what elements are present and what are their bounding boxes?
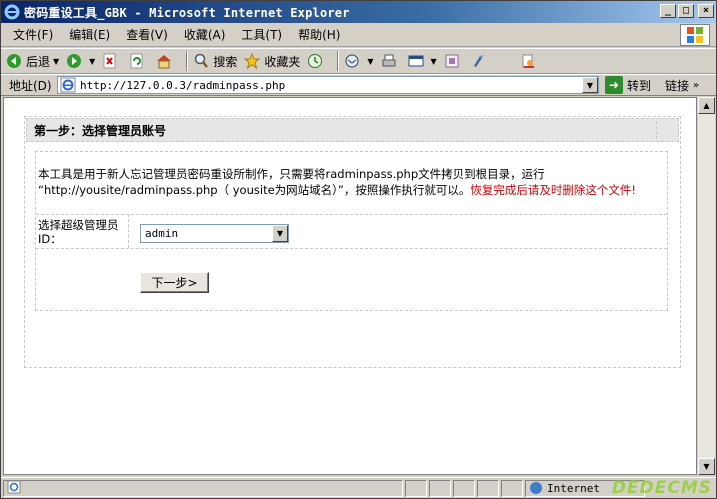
- step-header: 第一步：选择管理员账号: [26, 118, 679, 142]
- discuss-button[interactable]: [443, 50, 464, 72]
- menu-file[interactable]: 文件(F): [7, 26, 59, 43]
- form-table: 本工具是用于新人忘记管理员密码重设所制作，只需要将radminpass.php文…: [35, 151, 668, 311]
- favorites-star-icon: [243, 52, 261, 70]
- address-field[interactable]: http://127.0.0.3/radminpass.php ▼: [57, 76, 599, 94]
- address-label: 地址(D): [9, 78, 52, 93]
- messenger-button[interactable]: [470, 50, 491, 72]
- column-divider: [128, 214, 129, 248]
- discuss-icon: [443, 52, 461, 70]
- toolbar-separator: [337, 51, 340, 71]
- edit-button[interactable]: ▼: [407, 50, 437, 72]
- admin-id-selected-value: admin: [145, 227, 179, 240]
- header-cell: [656, 121, 672, 139]
- menu-edit[interactable]: 编辑(E): [63, 26, 116, 43]
- admin-id-label: 选择超级管理员ID：: [38, 218, 119, 246]
- page-viewport: 第一步：选择管理员账号 本工具是用于新人忘记管理员密码重设所制作，只需要将rad…: [3, 97, 697, 475]
- stop-button[interactable]: [101, 50, 122, 72]
- back-button[interactable]: 后退 ▼: [5, 50, 59, 72]
- address-url: http://127.0.0.3/radminpass.php: [80, 78, 286, 92]
- history-button[interactable]: [306, 50, 327, 72]
- mail-icon: [343, 52, 361, 70]
- edit-icon: [407, 52, 425, 70]
- menu-help[interactable]: 帮助(H): [292, 26, 346, 43]
- window-title: 密码重设工具_GBK - Microsoft Internet Explorer: [24, 5, 350, 20]
- go-arrow-icon: ➜: [605, 76, 623, 94]
- search-button[interactable]: 搜索: [192, 50, 237, 72]
- status-pane: [477, 479, 499, 497]
- description-line-1: 本工具是用于新人忘记管理员密码重设所制作，只需要将radminpass.php文…: [38, 167, 545, 181]
- menu-tools[interactable]: 工具(T): [235, 26, 288, 43]
- zone-label: Internet: [547, 481, 600, 495]
- links-button[interactable]: 链接 »: [665, 77, 699, 94]
- research-button[interactable]: [519, 50, 540, 72]
- vertical-scrollbar[interactable]: ▲ ▼: [697, 97, 715, 475]
- page-status-icon: [7, 480, 21, 497]
- step-title: 第一步：选择管理员账号: [34, 123, 167, 138]
- forward-arrow-icon: [65, 52, 83, 70]
- ie-icon: [4, 4, 20, 20]
- delete-file-warning: 恢复完成后请及时删除这个文件!: [470, 183, 636, 197]
- menu-bar: 文件(F) 编辑(E) 查看(V) 收藏(A) 工具(T) 帮助(H): [1, 23, 716, 47]
- mail-button[interactable]: ▼: [343, 50, 374, 72]
- row-divider: [36, 248, 667, 249]
- tool-description: 本工具是用于新人忘记管理员密码重设所制作，只需要将radminpass.php文…: [38, 166, 658, 198]
- stop-icon: [101, 52, 119, 70]
- home-button[interactable]: [155, 50, 176, 72]
- next-step-button[interactable]: 下一步>: [140, 272, 209, 293]
- admin-id-select[interactable]: admin ▼: [140, 224, 289, 243]
- description-line-2: “http://yousite/radminpass.php（ yousite为…: [38, 183, 471, 197]
- home-icon: [155, 52, 173, 70]
- messenger-icon: [470, 52, 488, 70]
- scroll-down-icon[interactable]: ▼: [698, 458, 715, 475]
- forward-button[interactable]: ▼: [65, 50, 95, 72]
- refresh-icon: [128, 52, 146, 70]
- history-icon: [306, 52, 324, 70]
- status-pane: [405, 479, 427, 497]
- chevron-down-icon[interactable]: ▼: [272, 225, 288, 242]
- status-pane: [501, 479, 523, 497]
- window-controls: _ □ ×: [660, 4, 714, 18]
- minimize-button[interactable]: _: [660, 4, 676, 18]
- research-icon: [519, 52, 537, 70]
- status-bar: Internet: [1, 477, 716, 498]
- mail-dropdown-icon[interactable]: ▼: [367, 57, 373, 66]
- edit-dropdown-icon[interactable]: ▼: [431, 57, 437, 66]
- page-icon: [60, 77, 76, 93]
- menu-view[interactable]: 查看(V): [120, 26, 174, 43]
- search-icon: [192, 52, 210, 70]
- status-pane: [453, 479, 475, 497]
- toolbar: 后退 ▼ ▼ 搜索 收藏夹 ▼ ▼: [1, 48, 716, 74]
- print-button[interactable]: [380, 50, 401, 72]
- title-bar[interactable]: 密码重设工具_GBK - Microsoft Internet Explorer…: [1, 1, 716, 23]
- close-button[interactable]: ×: [698, 4, 714, 18]
- address-bar: 地址(D) http://127.0.0.3/radminpass.php ▼ …: [1, 74, 716, 96]
- chevron-right-icon: »: [693, 79, 700, 91]
- links-label: 链接: [665, 78, 690, 93]
- favorites-label: 收藏夹: [264, 54, 301, 69]
- back-arrow-icon: [5, 52, 23, 70]
- go-label: 转到: [627, 78, 652, 93]
- globe-icon: [529, 481, 543, 495]
- back-dropdown-icon[interactable]: ▼: [53, 57, 59, 66]
- maximize-button[interactable]: □: [678, 4, 694, 18]
- browser-window: 密码重设工具_GBK - Microsoft Internet Explorer…: [0, 0, 717, 499]
- scroll-track[interactable]: [698, 114, 715, 458]
- back-label: 后退: [26, 54, 51, 69]
- go-button[interactable]: ➜ 转到: [605, 76, 651, 94]
- status-main-pane: [3, 479, 403, 497]
- forward-dropdown-icon[interactable]: ▼: [89, 57, 95, 66]
- menu-favorites[interactable]: 收藏(A): [178, 26, 232, 43]
- status-pane: [429, 479, 451, 497]
- row-divider: [36, 214, 667, 215]
- toolbar-separator: [186, 51, 189, 71]
- favorites-button[interactable]: 收藏夹: [243, 50, 300, 72]
- refresh-button[interactable]: [128, 50, 149, 72]
- windows-logo-icon: [680, 24, 710, 46]
- address-dropdown-icon[interactable]: ▼: [582, 77, 598, 93]
- scroll-up-icon[interactable]: ▲: [698, 97, 715, 114]
- dedecms-watermark: DEDECMS: [611, 478, 712, 498]
- step-panel: 第一步：选择管理员账号 本工具是用于新人忘记管理员密码重设所制作，只需要将rad…: [24, 116, 681, 368]
- search-label: 搜索: [213, 54, 238, 69]
- print-icon: [380, 52, 398, 70]
